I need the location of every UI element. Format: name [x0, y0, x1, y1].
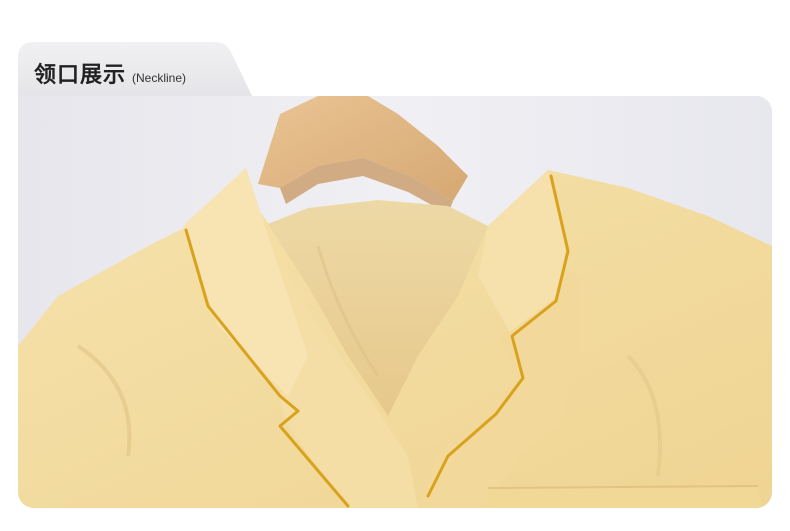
section-title: 领口展示 (Neckline) — [34, 57, 186, 89]
product-photo — [18, 96, 772, 508]
neckline-illustration — [18, 96, 772, 508]
section-tab: 领口展示 (Neckline) — [18, 42, 254, 100]
section-title-en: (Neckline) — [132, 71, 187, 85]
page: 领口展示 (Neckline) — [0, 0, 790, 531]
chest-pocket — [488, 486, 762, 508]
section-title-cn: 领口展示 — [34, 63, 127, 88]
